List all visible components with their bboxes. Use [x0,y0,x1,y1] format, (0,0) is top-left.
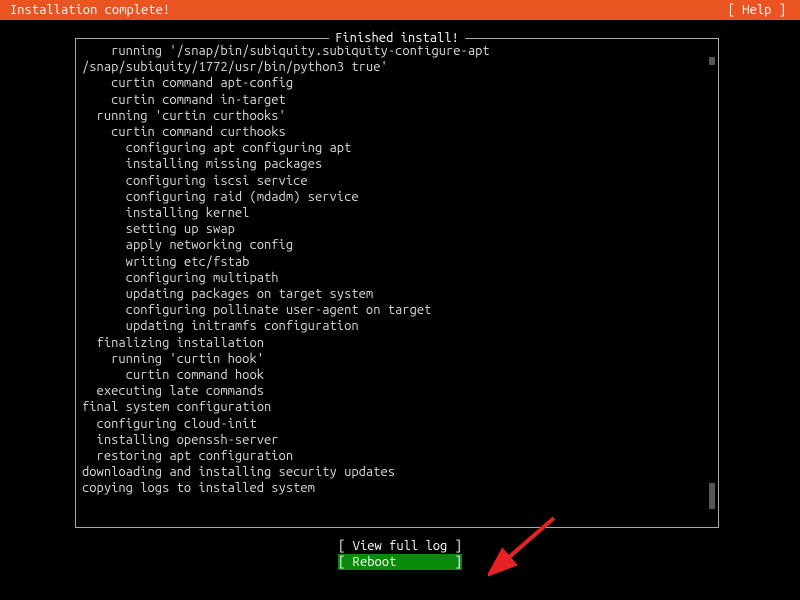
scrollbar-thumb-top-icon [709,57,715,65]
log-line: configuring pollinate user-agent on targ… [82,302,712,318]
help-button[interactable]: [ Help ] [728,2,790,18]
log-line: finalizing installation [82,335,712,351]
log-panel: Finished install! running '/snap/bin/sub… [75,38,719,528]
log-line: copying logs to installed system [82,480,712,496]
log-line: configuring multipath [82,270,712,286]
log-line: updating initramfs configuration [82,318,712,334]
panel-title: Finished install! [329,30,465,46]
log-line: executing late commands [82,383,712,399]
log-line: writing etc/fstab [82,254,712,270]
log-line: /snap/subiquity/1772/usr/bin/python3 tru… [82,59,712,75]
log-body: running '/snap/bin/subiquity.subiquity-c… [82,39,712,497]
log-line: downloading and installing security upda… [82,464,712,480]
reboot-button[interactable]: [ Reboot ] [338,554,462,570]
log-line: updating packages on target system [82,286,712,302]
view-full-log-button[interactable]: [ View full log ] [338,538,462,554]
log-line: running 'curtin hook' [82,351,712,367]
scrollbar-thumb-bottom-icon [709,483,715,509]
scrollbar[interactable] [709,57,715,509]
log-line: curtin command in-target [82,92,712,108]
footer-buttons: [ View full log ] [ Reboot ] [75,538,725,570]
log-line: running 'curtin curthooks' [82,108,712,124]
header-bar: Installation complete! [ Help ] [0,0,800,20]
header-title: Installation complete! [10,2,170,18]
log-line: final system configuration [82,399,712,415]
log-line: restoring apt configuration [82,448,712,464]
log-line: apply networking config [82,237,712,253]
main-area: Finished install! running '/snap/bin/sub… [0,20,800,570]
log-line: curtin command curthooks [82,124,712,140]
log-line: configuring apt configuring apt [82,140,712,156]
log-line: configuring raid (mdadm) service [82,189,712,205]
log-line: setting up swap [82,221,712,237]
log-line: configuring iscsi service [82,173,712,189]
log-line: installing missing packages [82,156,712,172]
log-line: installing kernel [82,205,712,221]
log-line: configuring cloud-init [82,416,712,432]
log-line: curtin command apt-config [82,75,712,91]
log-line: curtin command hook [82,367,712,383]
log-line: installing openssh-server [82,432,712,448]
